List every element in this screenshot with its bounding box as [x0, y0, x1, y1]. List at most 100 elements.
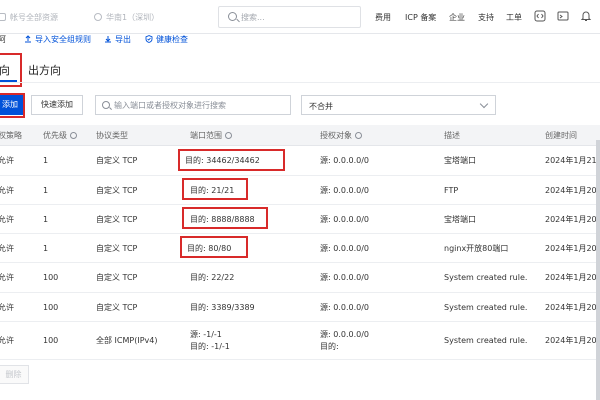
nav-link-ticket[interactable]: 工单 — [506, 12, 522, 23]
header-source-label: 授权对象 — [320, 131, 352, 140]
code-icon[interactable] — [534, 10, 546, 22]
cell-port: 目的: 3389/3389 — [190, 303, 255, 312]
toolbar-item-partial[interactable]: 阿 — [0, 34, 6, 45]
cell-source: 源: 0.0.0.0/0 — [320, 186, 370, 195]
cell-created-time: 2024年1月21日 — [545, 156, 600, 165]
cell-port: 目的: 22/22 — [190, 273, 235, 282]
cell-priority: 1 — [43, 186, 49, 195]
cell-policy: 允许 — [0, 273, 14, 282]
cell-description: nginx开放80端口 — [444, 244, 509, 253]
table-row: 允许 1 自定义 TCP 目的: 8888/8888 源: 0.0.0.0/0 … — [0, 205, 600, 234]
merge-select[interactable]: 不合并 — [301, 95, 496, 115]
cell-created-time: 2024年1月20日 — [545, 244, 600, 253]
cell-created-time: 2024年1月20日 — [545, 336, 600, 345]
cell-source: 源: 0.0.0.0/0 — [320, 156, 370, 165]
message-icon[interactable] — [557, 10, 569, 22]
cell-port-secondary: 目的: -1/-1 — [190, 342, 230, 351]
cell-protocol: 自定义 TCP — [96, 244, 138, 253]
delete-button[interactable]: 删除 — [0, 365, 29, 384]
quick-add-button[interactable]: 快速添加 — [31, 95, 83, 115]
search-icon — [102, 101, 110, 109]
cell-created-time: 2024年1月20日 — [545, 186, 600, 195]
cell-description: 宝塔端口 — [444, 156, 476, 165]
header-protocol: 协议类型 — [96, 131, 128, 140]
cell-protocol: 自定义 TCP — [96, 215, 138, 224]
region-label: 华南1（深圳） — [106, 13, 160, 22]
account-label: 帐号全部资源 — [10, 13, 58, 22]
region-selector[interactable]: 华南1（深圳） — [94, 12, 159, 23]
import-rules-button[interactable]: 导入安全组规则 — [24, 34, 91, 45]
cell-policy: 允许 — [0, 215, 14, 224]
cell-priority: 100 — [43, 303, 59, 312]
header-description: 描述 — [444, 131, 460, 140]
header-source: 授权对象 — [320, 130, 362, 141]
cell-policy: 允许 — [0, 186, 14, 195]
cell-description: 宝塔端口 — [444, 215, 476, 224]
tabs-divider — [0, 82, 600, 83]
cell-created-time: 2024年1月20日 — [545, 273, 600, 282]
header-priority-label: 优先级 — [43, 131, 67, 140]
cell-created-time: 2024年1月20日 — [545, 215, 600, 224]
cell-priority: 100 — [43, 273, 59, 282]
table-row: 允许 1 自定义 TCP 目的: 80/80 源: 0.0.0.0/0 ngin… — [0, 234, 600, 263]
table-row: 允许 100 自定义 TCP 目的: 22/22 源: 0.0.0.0/0 Sy… — [0, 263, 600, 293]
header-policy: 权策略 — [0, 131, 22, 140]
port-highlight — [178, 149, 285, 171]
nav-link-icp[interactable]: ICP 备案 — [405, 12, 436, 23]
cell-source: 源: 0.0.0.0/0 — [320, 303, 370, 312]
export-label: 导出 — [115, 35, 131, 44]
cell-description: FTP — [444, 186, 459, 195]
cell-protocol: 自定义 TCP — [96, 186, 138, 195]
nav-link-enterprise[interactable]: 企业 — [449, 12, 465, 23]
port-highlight — [182, 178, 248, 200]
cell-source: 源: 0.0.0.0/0 — [320, 244, 370, 253]
table-row: 允许 100 自定义 TCP 目的: 3389/3389 源: 0.0.0.0/… — [0, 293, 600, 322]
cell-source: 源: 0.0.0.0/0 — [320, 273, 370, 282]
cell-source-secondary: 目的: — [320, 342, 339, 351]
top-navigation-bar: 帐号全部资源 华南1（深圳） 费用 ICP 备案 企业 支持 工单 — [0, 0, 600, 34]
cell-policy: 允许 — [0, 336, 14, 345]
global-search[interactable] — [218, 6, 361, 28]
cell-policy: 允许 — [0, 244, 14, 253]
health-check-button[interactable]: 健康检查 — [145, 34, 188, 45]
cell-description: System created rule. — [444, 336, 528, 345]
nav-link-billing[interactable]: 费用 — [375, 12, 391, 23]
global-search-input[interactable] — [241, 10, 351, 24]
cell-description: System created rule. — [444, 303, 528, 312]
cell-description: System created rule. — [444, 273, 528, 282]
export-button[interactable]: 导出 — [104, 34, 131, 45]
header-port-range: 端口范围 — [190, 130, 232, 141]
chevron-down-icon — [479, 99, 489, 109]
port-highlight — [182, 207, 268, 229]
cell-protocol: 自定义 TCP — [96, 156, 138, 165]
cell-source: 源: 0.0.0.0/0 — [320, 330, 370, 339]
table-row: 允许 1 自定义 TCP 目的: 34462/34462 源: 0.0.0.0/… — [0, 146, 600, 176]
nav-link-support[interactable]: 支持 — [478, 12, 494, 23]
header-priority: 优先级 — [43, 130, 77, 141]
rule-filter-input[interactable] — [114, 98, 286, 112]
bell-icon[interactable] — [580, 10, 592, 22]
tab-outbound[interactable]: 出方向 — [28, 62, 61, 78]
info-icon[interactable] — [70, 132, 77, 139]
account-selector[interactable]: 帐号全部资源 — [0, 12, 58, 23]
info-icon[interactable] — [225, 132, 232, 139]
cell-priority: 1 — [43, 156, 49, 165]
merge-select-value: 不合并 — [309, 102, 333, 111]
cell-protocol: 全部 ICMP(IPv4) — [96, 336, 158, 345]
add-button-highlight — [0, 93, 25, 118]
download-icon — [105, 36, 111, 43]
header-created-time: 创建时间 — [545, 131, 577, 140]
rule-toolbar: 阿 导入安全组规则 导出 健康检查 — [0, 34, 600, 48]
cell-priority: 1 — [43, 244, 49, 253]
cell-protocol: 自定义 TCP — [96, 303, 138, 312]
health-check-label: 健康检查 — [156, 35, 188, 44]
account-icon — [0, 13, 6, 21]
shield-check-icon — [145, 35, 153, 43]
cell-source: 源: 0.0.0.0/0 — [320, 215, 370, 224]
upload-icon — [25, 35, 31, 43]
scrollbar[interactable] — [596, 140, 600, 400]
rule-filter[interactable] — [95, 95, 291, 115]
info-icon[interactable] — [355, 132, 362, 139]
table-row: 允许 100 全部 ICMP(IPv4) 源: -1/-1 目的: -1/-1 … — [0, 322, 600, 360]
location-icon — [94, 13, 102, 21]
